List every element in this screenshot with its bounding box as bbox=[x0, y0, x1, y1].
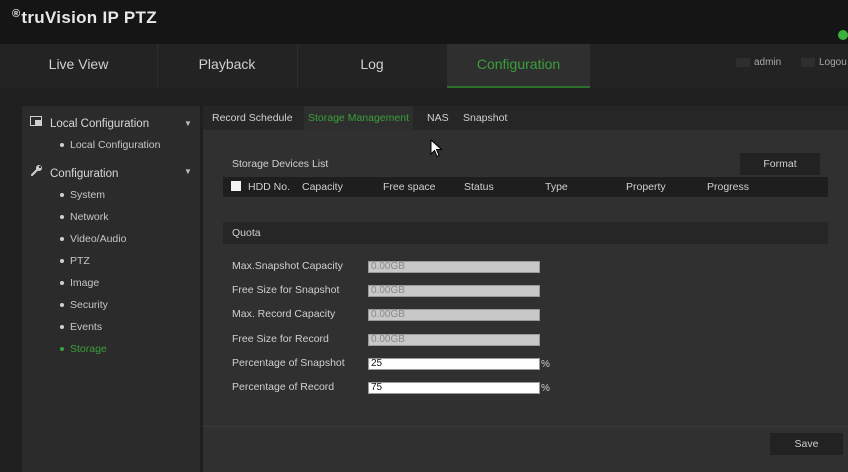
max-snapshot-capacity-label: Max.Snapshot Capacity bbox=[232, 260, 343, 272]
percentage-record-label: Percentage of Record bbox=[232, 381, 335, 393]
bullet-icon bbox=[60, 143, 64, 148]
free-size-record-label: Free Size for Record bbox=[232, 333, 329, 345]
help-icon[interactable] bbox=[838, 30, 848, 40]
sidebar-item-label: Network bbox=[70, 211, 109, 223]
username: admin bbox=[754, 57, 782, 68]
tab-log[interactable]: Log bbox=[297, 44, 447, 88]
free-size-snapshot-field: 0.00GB bbox=[368, 285, 540, 297]
sidebar-item-security[interactable]: Security bbox=[60, 299, 108, 311]
bullet-icon bbox=[60, 215, 64, 220]
logout-link[interactable]: Logou bbox=[801, 57, 847, 68]
sidebar-item-label: System bbox=[70, 189, 106, 201]
format-button[interactable]: Format bbox=[740, 153, 820, 175]
chevron-down-icon[interactable]: ▼ bbox=[184, 119, 192, 128]
percentage-snapshot-input[interactable]: 25 bbox=[368, 358, 540, 370]
sidebar-header-label: Local Configuration bbox=[50, 118, 150, 130]
tab-playback[interactable]: Playback bbox=[157, 44, 298, 88]
main-panel: Record Schedule Storage Management NAS S… bbox=[203, 106, 848, 472]
bullet-icon bbox=[60, 281, 64, 286]
wrench-icon bbox=[30, 164, 44, 180]
main-nav: Live View Playback Log Configuration bbox=[0, 44, 848, 88]
percent-unit: % bbox=[541, 383, 550, 394]
quota-header: Quota bbox=[223, 222, 828, 244]
sidebar-item-ptz[interactable]: PTZ bbox=[60, 255, 90, 267]
sidebar-header-configuration[interactable]: Configuration bbox=[30, 164, 118, 180]
bullet-icon bbox=[60, 325, 64, 330]
bullet-icon bbox=[60, 237, 64, 242]
logo: ®truVision IP PTZ bbox=[12, 8, 157, 28]
sidebar: Local Configuration ▼ Local Configuratio… bbox=[22, 106, 200, 472]
sidebar-header-label: Configuration bbox=[50, 168, 119, 180]
percentage-record-input[interactable]: 75 bbox=[368, 382, 540, 394]
percent-unit: % bbox=[541, 359, 550, 370]
column-header: HDD No. bbox=[248, 181, 291, 193]
chevron-down-icon[interactable]: ▼ bbox=[184, 167, 192, 176]
column-header: Type bbox=[545, 181, 568, 193]
sidebar-item-network[interactable]: Network bbox=[60, 211, 109, 223]
column-header: Capacity bbox=[302, 181, 343, 193]
sidebar-item-events[interactable]: Events bbox=[60, 321, 102, 333]
sidebar-item-video-audio[interactable]: Video/Audio bbox=[60, 233, 126, 245]
column-header: Progress bbox=[707, 181, 750, 193]
top-bar: ®truVision IP PTZ bbox=[0, 0, 848, 44]
sidebar-header-local-configuration[interactable]: Local Configuration bbox=[30, 116, 149, 130]
tab-snapshot[interactable]: Snapshot bbox=[459, 106, 511, 130]
logo-text: truVision IP PTZ bbox=[21, 8, 157, 27]
sidebar-item-label: Events bbox=[70, 321, 103, 333]
sidebar-item-label: Video/Audio bbox=[70, 233, 127, 245]
max-snapshot-capacity-field: 0.00GB bbox=[368, 261, 540, 273]
logo-mark: ® bbox=[12, 8, 21, 20]
max-record-capacity-field: 0.00GB bbox=[368, 309, 540, 321]
bullet-icon bbox=[60, 259, 64, 264]
sidebar-item-label: Storage bbox=[70, 343, 107, 355]
save-button[interactable]: Save bbox=[770, 433, 843, 455]
free-size-record-field: 0.00GB bbox=[368, 334, 540, 346]
logout-label: Logou bbox=[819, 57, 847, 68]
sidebar-item-storage[interactable]: Storage bbox=[60, 343, 107, 355]
quota-title: Quota bbox=[232, 227, 261, 239]
sidebar-item-label: Local Configuration bbox=[70, 139, 161, 151]
sidebar-item-label: PTZ bbox=[70, 255, 90, 267]
sidebar-item-local-configuration[interactable]: Local Configuration bbox=[60, 139, 160, 151]
sidebar-item-label: Security bbox=[70, 299, 108, 311]
user-menu[interactable]: admin bbox=[736, 57, 781, 68]
bullet-icon bbox=[60, 193, 64, 198]
column-header: Free space bbox=[383, 181, 436, 193]
column-header: Status bbox=[464, 181, 494, 193]
bullet-icon bbox=[60, 347, 64, 352]
subtab-bar: Record Schedule Storage Management NAS S… bbox=[203, 106, 848, 130]
sidebar-item-label: Image bbox=[70, 277, 100, 289]
storage-list-title: Storage Devices List bbox=[232, 158, 329, 170]
cursor-icon bbox=[430, 138, 444, 159]
free-size-snapshot-label: Free Size for Snapshot bbox=[232, 284, 340, 296]
bullet-icon bbox=[60, 303, 64, 308]
select-all-checkbox[interactable] bbox=[231, 181, 241, 191]
local-config-icon bbox=[30, 116, 44, 130]
tab-record-schedule[interactable]: Record Schedule bbox=[208, 106, 297, 130]
sidebar-item-system[interactable]: System bbox=[60, 189, 105, 201]
sidebar-item-image[interactable]: Image bbox=[60, 277, 99, 289]
tab-nas[interactable]: NAS bbox=[423, 106, 453, 130]
percentage-snapshot-label: Percentage of Snapshot bbox=[232, 357, 345, 369]
storage-table-header: HDD No. Capacity Free space Status Type … bbox=[223, 177, 828, 197]
max-record-capacity-label: Max. Record Capacity bbox=[232, 308, 336, 320]
tab-storage-management[interactable]: Storage Management bbox=[304, 106, 413, 130]
footer-divider bbox=[203, 426, 848, 427]
user-icon bbox=[736, 57, 750, 67]
tab-live-view[interactable]: Live View bbox=[0, 44, 158, 88]
tab-configuration[interactable]: Configuration bbox=[447, 44, 590, 88]
logout-icon bbox=[801, 57, 815, 67]
column-header: Property bbox=[626, 181, 666, 193]
